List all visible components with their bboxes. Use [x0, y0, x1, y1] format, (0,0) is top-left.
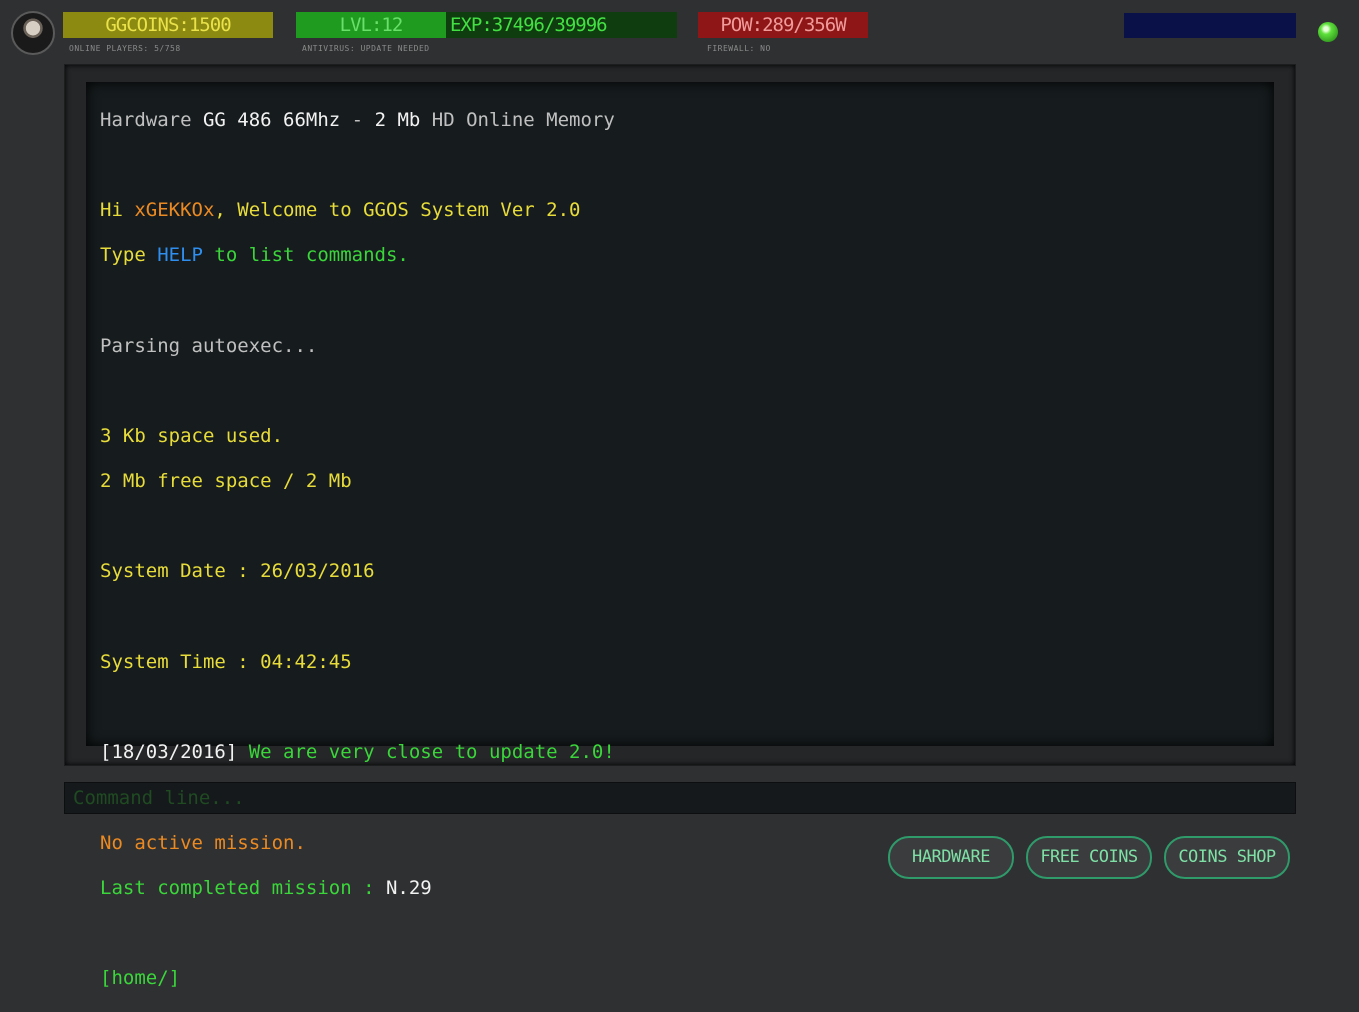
coins-counter: GGCOINS:1500 [63, 12, 273, 38]
free-coins-button[interactable]: FREE COINS [1026, 836, 1152, 879]
help-line: Type HELP to list commands. [100, 244, 409, 267]
help-command: HELP [157, 244, 203, 267]
prompt-line: [home/] [100, 967, 181, 990]
top-status-bar: GGCOINS:1500 ONLINE PLAYERS: 5/758 LVL:1… [0, 0, 1359, 62]
blank-status-panel [1124, 13, 1296, 38]
welcome-line: Hi xGEKKOx, Welcome to GGOS System Ver 2… [100, 198, 581, 221]
hardware-line: Hardware GG 486 66Mhz - 2 Mb HD Online M… [100, 108, 615, 131]
level-badge: LVL:12 [296, 12, 446, 38]
last-mission-line: Last completed mission : N.29 [100, 876, 432, 899]
power-meter: POW:289/356W [698, 12, 868, 38]
avatar[interactable] [11, 11, 55, 55]
system-date-line: System Date : 26/03/2016 [100, 560, 375, 583]
space-free-line: 2 Mb free space / 2 Mb [100, 470, 352, 493]
update-notice-label: ANTIVIRUS: UPDATE NEEDED [302, 44, 430, 53]
system-time-line: System Time : 04:42:45 [100, 650, 352, 673]
coins-shop-button[interactable]: COINS SHOP [1164, 836, 1290, 879]
command-line-input[interactable]: Command line... [64, 782, 1296, 814]
exp-bar: EXP:37496/39996 [446, 12, 677, 38]
username: xGEKKOx [134, 198, 215, 221]
news-line: [18/03/2016] We are very close to update… [100, 741, 615, 764]
firewall-label: FIREWALL: NO [707, 44, 771, 53]
parsing-line: Parsing autoexec... [100, 334, 318, 357]
status-led-icon [1318, 22, 1338, 42]
hardware-button[interactable]: HARDWARE [888, 836, 1014, 879]
online-players-label: ONLINE PLAYERS: 5/758 [69, 44, 181, 53]
space-used-line: 3 Kb space used. [100, 424, 284, 447]
